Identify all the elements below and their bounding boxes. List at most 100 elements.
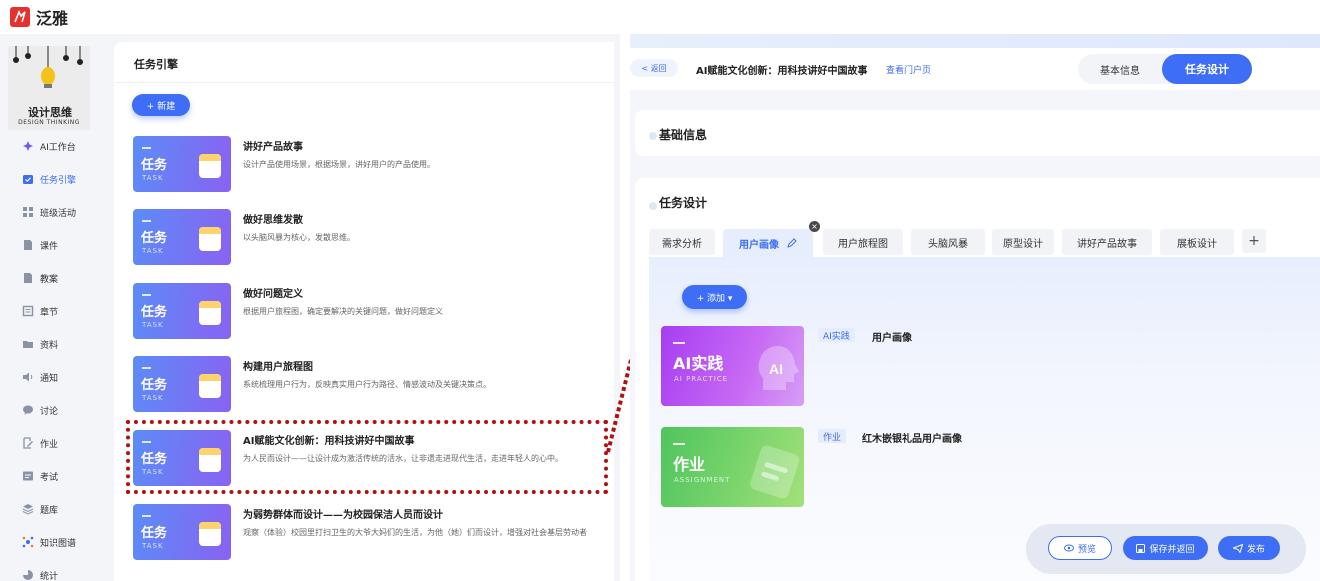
sidebar-item-label: 题库 xyxy=(40,505,59,516)
sidebar-item-exam[interactable]: 考试 xyxy=(22,466,58,486)
tab-product-story[interactable]: 讲好产品故事 xyxy=(1062,229,1152,255)
portal-link[interactable]: 查看门户页 xyxy=(886,63,931,76)
task-description: 系统梳理用户行为，反映真实用户行为路径、情感波动及关键决策点。 xyxy=(243,380,491,389)
tab-brainstorm[interactable]: 头脑风暴 xyxy=(911,229,985,255)
resource-title[interactable]: 用户画像 xyxy=(872,329,912,344)
phase-tabs: 需求分析 用户画像 用户旅程图 头脑风暴 原型设计 讲好产品故事 展板设计 xyxy=(649,229,1320,257)
sidebar-item-label: 作业 xyxy=(40,439,59,450)
edit-icon[interactable] xyxy=(787,238,797,248)
task-title[interactable]: 做好思维发散 xyxy=(243,211,303,226)
tab-basic-info[interactable]: 基本信息 xyxy=(1078,54,1162,84)
new-task-button[interactable]: + 新建 xyxy=(132,94,190,116)
mode-switch: 基本信息 任务设计 xyxy=(1078,54,1252,84)
sidebar-item-notices[interactable]: 通知 xyxy=(22,367,58,387)
top-bar: 泛雅 xyxy=(0,0,620,34)
pen-icon xyxy=(22,437,34,449)
task-title[interactable]: 讲好产品故事 xyxy=(243,138,303,153)
task-title[interactable]: 做好问题定义 xyxy=(243,285,303,300)
sidebar-item-discussion[interactable]: 讨论 xyxy=(22,400,58,420)
task-cover-sublabel: TASK xyxy=(142,321,164,329)
sidebar-item-class-activity[interactable]: 班级活动 xyxy=(22,202,76,222)
task-cover-sublabel: TASK xyxy=(142,542,164,550)
sidebar-item-chapters[interactable]: 章节 xyxy=(22,301,58,321)
sidebar: DESIGN THINKING 设计思维 AI工作台 任务引擎 班级活动 课件 … xyxy=(0,34,100,581)
calendar-icon xyxy=(199,227,221,251)
task-item[interactable]: 任务 TASK 做好问题定义 根据用户旅程图，确定要解决的关键问题，做好问题定义 xyxy=(133,283,613,339)
folder-icon xyxy=(22,338,34,350)
task-cover: 任务 TASK xyxy=(133,356,231,412)
calendar-icon xyxy=(199,374,221,398)
calendar-icon xyxy=(199,154,221,178)
sidebar-item-knowledge-graph[interactable]: 知识图谱 xyxy=(22,532,76,552)
sidebar-item-task-engine[interactable]: 任务引擎 xyxy=(22,169,76,189)
section-title: 基础信息 xyxy=(659,128,708,142)
sidebar-item-label: 考试 xyxy=(40,472,59,483)
ai-head-icon: AI xyxy=(758,346,799,390)
tab-needs-analysis[interactable]: 需求分析 xyxy=(649,229,715,255)
add-tab-button[interactable]: + xyxy=(1242,229,1266,253)
sidebar-item-ai-workbench[interactable]: AI工作台 xyxy=(22,136,76,156)
right-app-header-strip xyxy=(630,34,1320,48)
task-item[interactable]: 任务 TASK 构建用户旅程图 系统梳理用户行为，反映真实用户行为路径、情感波动… xyxy=(133,356,613,412)
back-button[interactable]: < 返回 xyxy=(630,59,678,77)
sidebar-item-materials[interactable]: 资料 xyxy=(22,334,58,354)
task-cover: 任务 TASK xyxy=(133,209,231,265)
ai-practice-cover[interactable]: AI实践 AI PRACTICE AI xyxy=(661,326,804,406)
tab-task-design[interactable]: 任务设计 xyxy=(1162,54,1252,84)
tab-board-design[interactable]: 展板设计 xyxy=(1160,229,1234,255)
preview-button[interactable]: 预览 xyxy=(1048,536,1112,560)
preview-label: 预览 xyxy=(1077,544,1096,555)
task-cover-label: 任务 xyxy=(141,158,168,173)
publish-button[interactable]: 发布 xyxy=(1218,536,1280,560)
editor-toolbar: < 返回 AI赋能文化创新：用科技讲好中国故事 查看门户页 基本信息 任务设计 xyxy=(630,48,1320,90)
section-title: 任务设计 xyxy=(659,196,708,210)
task-item[interactable]: 任务 TASK 做好思维发散 以头脑风暴为核心，发散思维。 xyxy=(133,209,613,265)
assignment-cover[interactable]: 作业 ASSIGNMENT xyxy=(661,427,804,507)
save-and-return-button[interactable]: 保存并返回 xyxy=(1123,536,1208,560)
sidebar-item-label: 资料 xyxy=(40,340,59,351)
action-bar: 预览 保存并返回 发布 xyxy=(1026,524,1306,574)
editor-title: AI赋能文化创新：用科技讲好中国故事 xyxy=(696,66,868,77)
tab-user-persona[interactable]: 用户画像 xyxy=(723,229,813,257)
task-item[interactable]: 任务 TASK 为弱势群体而设计——为校园保洁人员而设计 观察（体验）校园里打扫… xyxy=(133,504,613,560)
resource-cover-sublabel: ASSIGNMENT xyxy=(674,476,731,484)
speaker-icon xyxy=(22,371,34,383)
stack-icon xyxy=(22,503,34,515)
task-cover-sublabel: TASK xyxy=(142,394,164,402)
task-engine-icon xyxy=(22,173,34,185)
calendar-icon xyxy=(199,522,221,546)
tab-user-journey[interactable]: 用户旅程图 xyxy=(823,229,903,255)
grid-icon xyxy=(22,206,34,218)
chart-icon xyxy=(22,569,34,581)
sidebar-item-lesson-plan[interactable]: 教案 xyxy=(22,268,58,288)
task-item[interactable]: 任务 TASK 讲好产品故事 设计产品使用场景，根据场景，讲好用户的产品使用。 xyxy=(133,136,613,192)
save-icon xyxy=(1136,543,1146,553)
sidebar-item-label: 通知 xyxy=(40,373,59,384)
close-icon[interactable]: × xyxy=(809,221,820,232)
chat-icon xyxy=(22,404,34,416)
basic-info-section[interactable]: 基础信息 xyxy=(635,110,1320,156)
sidebar-item-homework[interactable]: 作业 xyxy=(22,433,58,453)
add-resource-button[interactable]: + 添加 ▾ xyxy=(682,285,747,309)
resource-title[interactable]: 红木嵌银礼品用户画像 xyxy=(862,430,962,445)
section-dot-icon xyxy=(649,202,657,210)
sidebar-item-label: 章节 xyxy=(40,307,59,318)
tab-prototype[interactable]: 原型设计 xyxy=(992,229,1054,255)
logo-text: 泛雅 xyxy=(36,9,69,28)
task-description: 以头脑风暴为核心，发散思维。 xyxy=(243,233,355,242)
resource-type-tag: AI实践 xyxy=(818,328,855,342)
task-title[interactable]: 为弱势群体而设计——为校园保洁人员而设计 xyxy=(243,506,443,521)
task-cover-sublabel: TASK xyxy=(142,247,164,255)
sidebar-item-courseware[interactable]: 课件 xyxy=(22,235,58,255)
course-caption: DESIGN THINKING xyxy=(18,119,80,126)
sidebar-item-label: 统计 xyxy=(40,571,59,581)
sidebar-item-question-bank[interactable]: 题库 xyxy=(22,499,58,519)
sidebar-item-label: 班级活动 xyxy=(40,208,77,219)
task-cover: 任务 TASK xyxy=(133,136,231,192)
task-title[interactable]: 构建用户旅程图 xyxy=(243,358,313,373)
task-engine-panel: 任务引擎 + 新建 任务 TASK 讲好产品故事 设计产品使用场景，根据场景，讲… xyxy=(114,42,614,581)
panel-title: 任务引擎 xyxy=(134,58,178,71)
task-description: 根据用户旅程图，确定要解决的关键问题，做好问题定义 xyxy=(243,307,443,316)
sidebar-item-statistics[interactable]: 统计 xyxy=(22,565,58,581)
save-label: 保存并返回 xyxy=(1149,544,1195,555)
